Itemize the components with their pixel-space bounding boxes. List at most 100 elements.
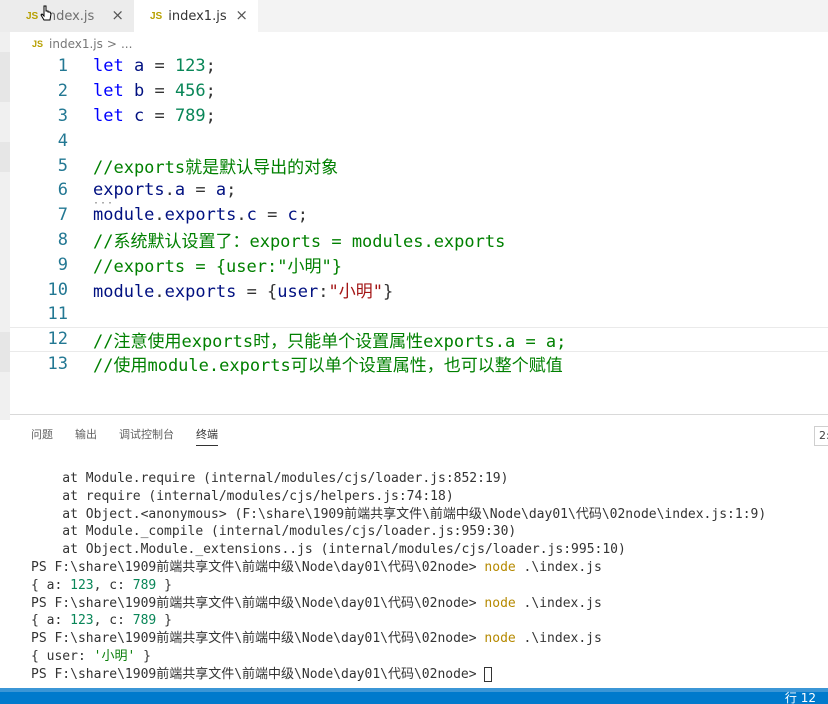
tab-label: index1.js — [168, 8, 227, 24]
code-token: user — [277, 282, 319, 303]
terminal-line: at Module.require (internal/modules/cjs/… — [31, 470, 828, 488]
terminal-cursor — [484, 666, 493, 682]
terminal-token: , c: — [93, 613, 133, 629]
line-number: 9 — [57, 254, 68, 275]
terminal-line: at Module._compile (internal/modules/cjs… — [31, 523, 828, 541]
activity-bar-band — [0, 142, 10, 172]
code-text: //使用module.exports可以单个设置属性，也可以整个赋值 — [93, 351, 563, 376]
code-line[interactable]: 6 exports.a = a; — [10, 178, 828, 203]
terminal-line: { a: 123, c: 789 } — [31, 612, 828, 630]
tab-index1-js[interactable]: JS index1.js × — [134, 0, 258, 32]
code-line[interactable]: 10 module.exports = {user:"小明"} — [10, 277, 828, 303]
code-token: c — [246, 205, 257, 226]
code-text: module.exports.c = c; — [93, 205, 308, 225]
chevron-right-icon: > — [106, 37, 117, 51]
code-line[interactable]: 7 module.exports.c = c; — [10, 203, 828, 228]
code-token: let — [93, 105, 124, 126]
code-token: //注意使用exports时，只能单个设置属性exports.a = a; — [93, 331, 567, 352]
code-text: module.exports = {user:"小明"} — [93, 277, 393, 302]
line-number: 13 — [47, 353, 68, 374]
terminal-token: } — [156, 613, 172, 629]
code-token: //exports就是默认导出的对象 — [93, 158, 339, 179]
code-line[interactable]: 13 //使用module.exports可以单个设置属性，也可以整个赋值 — [10, 352, 828, 377]
code-text: //exports就是默认导出的对象 — [93, 153, 338, 178]
code-line[interactable]: 1 let a = 123; — [10, 54, 828, 79]
code-token: 123 — [174, 56, 206, 77]
code-token: = — [144, 81, 175, 102]
panel-tab-problems[interactable]: 问题 — [31, 426, 53, 446]
terminal-token: at Object.Module._extensions..js (intern… — [31, 542, 626, 558]
code-text: let c = 789; — [93, 106, 216, 126]
breadcrumb-more[interactable]: ... — [121, 37, 132, 51]
terminal-output[interactable]: at Module.require (internal/modules/cjs/… — [31, 470, 828, 684]
status-cursor-position[interactable]: 行 12 — [785, 689, 816, 704]
code-token: = — [185, 180, 216, 201]
line-number: 12 — [47, 329, 68, 350]
js-file-icon: JS — [150, 10, 163, 22]
status-bar-highlight — [0, 688, 828, 692]
code-line[interactable]: 3 let c = 789; — [10, 104, 828, 129]
code-line[interactable]: 12 //注意使用exports时，只能单个设置属性exports.a = a; — [10, 326, 828, 352]
code-token: : — [318, 282, 329, 303]
terminal-line: at Object.Module._extensions..js (intern… — [31, 541, 828, 559]
terminal-token: .\index.js — [515, 631, 602, 647]
code-token: ; — [297, 205, 309, 226]
terminal-select[interactable]: 2: — [814, 426, 828, 446]
code-token: ; — [226, 180, 237, 201]
tab-index-js[interactable]: JS index.js × — [0, 0, 134, 32]
terminal-token: node — [484, 595, 516, 611]
close-icon[interactable]: × — [235, 6, 248, 24]
line-number: 11 — [47, 304, 68, 325]
terminal-token: 789 — [132, 577, 157, 593]
activity-bar-band — [0, 52, 10, 102]
code-editor[interactable]: 1 let a = 123; 2 let b = 456; 3 let c = 789; 4… — [10, 54, 828, 414]
line-number: 1 — [57, 56, 68, 77]
code-token: module — [93, 282, 155, 303]
code-line[interactable]: 11 — [10, 302, 828, 327]
panel-tab-output[interactable]: 输出 — [75, 426, 97, 446]
code-text: let a = 123; — [93, 56, 216, 76]
terminal-line: { a: 123, c: 789 } — [31, 577, 828, 595]
terminal-token: 123 — [70, 613, 94, 629]
line-number: 4 — [57, 130, 68, 151]
code-token: ; — [205, 56, 216, 77]
code-line[interactable]: 4 — [10, 128, 828, 153]
panel-tabs: 问题 输出 调试控制台 终端 — [31, 426, 240, 446]
line-number: 7 — [57, 205, 68, 226]
code-token: = — [144, 105, 175, 126]
code-token: 789 — [174, 105, 206, 126]
code-line[interactable]: 5 //exports就是默认导出的对象 — [10, 153, 828, 179]
terminal-token: PS F:\share\1909前端共享文件\前端中级\Node\day01\代… — [31, 631, 485, 647]
terminal-token: at Module.require (internal/modules/cjs/… — [31, 471, 509, 486]
terminal-token: } — [135, 648, 151, 664]
code-token: b — [133, 81, 145, 102]
terminal-line: PS F:\share\1909前端共享文件\前端中级\Node\day01\代… — [31, 630, 828, 648]
terminal-token: 123 — [70, 577, 94, 593]
code-token: a — [215, 180, 227, 201]
code-token: . — [154, 282, 165, 303]
panel-tab-debug-console[interactable]: 调试控制台 — [119, 426, 174, 446]
activity-bar-edge — [0, 32, 10, 420]
terminal-token: at Object.<anonymous> (F:\share\1909前端共享… — [31, 506, 767, 522]
breadcrumb-file[interactable]: index1.js — [49, 37, 103, 51]
terminal-line: PS F:\share\1909前端共享文件\前端中级\Node\day01\代… — [31, 559, 828, 577]
code-token: = — [256, 205, 288, 226]
terminal-token: { a: — [31, 613, 71, 629]
code-line[interactable]: 8 //系统默认设置了：exports = modules.exports — [10, 228, 828, 253]
code-token: let — [93, 81, 124, 102]
code-token: "小明" — [328, 282, 383, 303]
code-token: . — [164, 180, 175, 201]
activity-bar-band — [0, 332, 10, 372]
close-icon[interactable]: × — [111, 6, 124, 24]
code-line[interactable]: 9 //exports = {user:"小明"} — [10, 252, 828, 278]
code-line[interactable]: 2 let b = 456; — [10, 79, 828, 104]
code-token: . — [154, 205, 165, 226]
line-number: 8 — [57, 229, 68, 250]
panel-tab-terminal[interactable]: 终端 — [196, 426, 218, 446]
code-token: c — [133, 105, 145, 126]
code-token: } — [382, 282, 394, 303]
terminal-line: at Object.<anonymous> (F:\share\1909前端共享… — [31, 506, 828, 524]
code-token: ; — [205, 105, 216, 126]
